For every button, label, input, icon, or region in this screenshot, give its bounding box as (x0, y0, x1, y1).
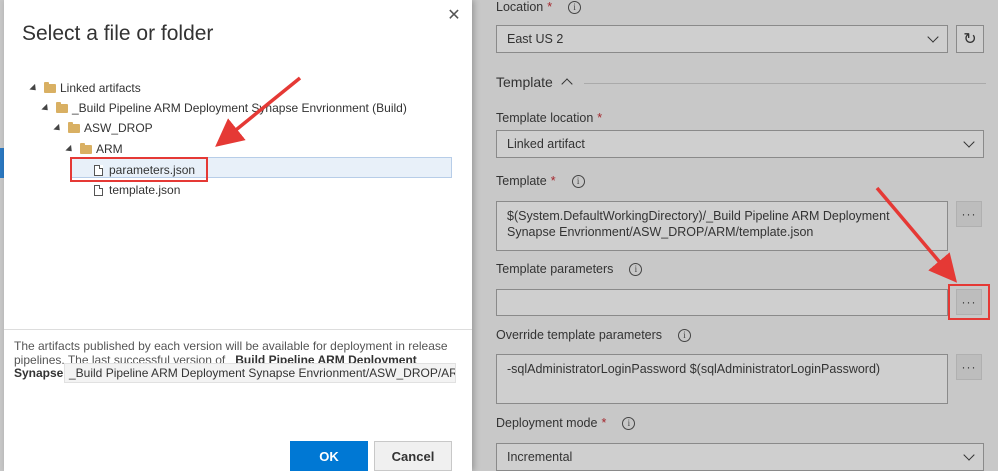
location-select[interactable]: East US 2 (496, 25, 948, 53)
section-divider (584, 83, 986, 84)
dialog-title: Select a file or folder (22, 22, 214, 45)
dialog-divider (4, 329, 472, 330)
refresh-icon: ↻ (963, 31, 977, 48)
annotation-highlight-box (948, 284, 990, 320)
location-label: Location * i (496, 0, 582, 14)
template-label: Template * i (496, 174, 585, 188)
template-location-select[interactable]: Linked artifact (496, 130, 984, 158)
chevron-down-icon (927, 31, 939, 43)
override-parameters-label: Override template parameters i (496, 328, 692, 342)
info-icon[interactable]: i (568, 0, 582, 14)
template-location-label: Template location * (496, 111, 603, 125)
info-icon[interactable]: i (571, 174, 585, 188)
override-parameters-field[interactable]: -sqlAdministratorLoginPassword $(sqlAdmi… (496, 354, 948, 404)
cancel-button[interactable]: Cancel (374, 441, 452, 471)
info-icon[interactable]: i (629, 262, 643, 276)
folder-icon (44, 81, 56, 93)
ok-button[interactable]: OK (290, 441, 368, 471)
tree-item-template-json[interactable]: template.json (94, 180, 180, 200)
template-path-field[interactable]: $(System.DefaultWorkingDirectory)/_Build… (496, 201, 948, 251)
expand-triangle-icon[interactable] (65, 144, 75, 154)
chevron-down-icon (963, 449, 975, 461)
close-icon[interactable]: ✕ (444, 6, 464, 26)
chevron-up-icon (561, 78, 573, 90)
refresh-button[interactable]: ↻ (956, 25, 984, 53)
folder-icon (56, 101, 68, 113)
folder-icon (80, 142, 92, 154)
tree-item-linked-artifacts[interactable]: Linked artifacts (29, 78, 141, 98)
deployment-mode-select[interactable]: Incremental (496, 443, 984, 471)
info-icon[interactable]: i (622, 416, 636, 430)
chevron-down-icon (963, 136, 975, 148)
folder-icon (68, 121, 80, 133)
template-parameters-label: Template parameters i (496, 262, 643, 276)
file-picker-dialog: Select a file or folder ✕ Linked artifac… (4, 0, 472, 471)
expand-triangle-icon[interactable] (41, 103, 51, 113)
tree-item-arm[interactable]: ARM (65, 139, 123, 159)
file-icon (94, 184, 103, 196)
template-section-header[interactable]: Template (496, 74, 573, 90)
info-icon[interactable]: i (678, 328, 692, 342)
expand-triangle-icon[interactable] (29, 83, 39, 93)
tree-item-asw-drop[interactable]: ASW_DROP (53, 118, 153, 138)
deployment-mode-label: Deployment mode * i (496, 416, 636, 430)
override-parameters-browse-button[interactable]: ··· (956, 354, 982, 380)
arm-deployment-form: Location * i East US 2 ↻ Template Templat… (474, 0, 998, 471)
path-label: Synapse (14, 366, 64, 380)
annotation-highlight-box (70, 157, 208, 182)
tree-item-build-pipeline[interactable]: _Build Pipeline ARM Deployment Synapse E… (41, 98, 407, 118)
template-browse-button[interactable]: ··· (956, 201, 982, 227)
template-parameters-field[interactable] (496, 289, 948, 316)
expand-triangle-icon[interactable] (53, 123, 63, 133)
selected-path-field: _Build Pipeline ARM Deployment Synapse E… (64, 363, 456, 383)
